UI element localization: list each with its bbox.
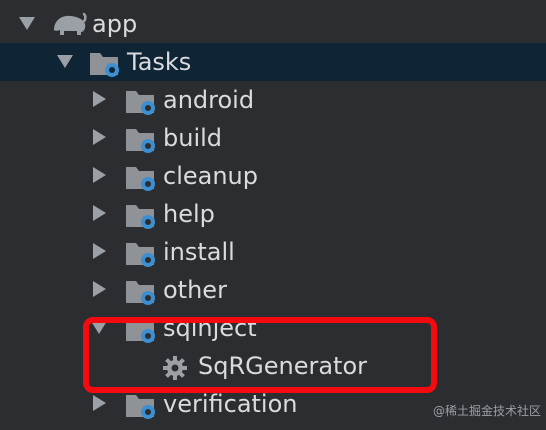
tree-node-tasks[interactable]: Tasks — [0, 43, 546, 81]
task-folder-icon — [126, 167, 155, 191]
task-folder-icon — [126, 129, 155, 153]
node-label-tasks: Tasks — [127, 48, 192, 76]
node-label-group: cleanup — [163, 162, 258, 190]
gradle-elephant-icon — [54, 12, 87, 35]
collapse-arrow-icon[interactable] — [93, 205, 106, 221]
watermark: @稀土掘金技术社区 — [432, 404, 541, 418]
node-label-group: help — [163, 200, 215, 228]
collapse-arrow-icon[interactable] — [93, 167, 106, 183]
tree-node-group[interactable]: install — [0, 233, 546, 271]
node-label-app: app — [92, 10, 138, 38]
node-label-group: install — [163, 238, 235, 266]
collapse-arrow-icon[interactable] — [93, 129, 106, 145]
tree-node-group[interactable]: cleanup — [0, 157, 546, 195]
task-folder-icon — [126, 205, 155, 229]
tree-node-app[interactable]: app — [0, 5, 546, 43]
expand-arrow-icon[interactable] — [19, 17, 35, 30]
node-label-group: other — [163, 276, 227, 304]
collapse-arrow-icon[interactable] — [93, 243, 106, 259]
tree-node-group[interactable]: help — [0, 195, 546, 233]
task-folder-icon — [126, 395, 155, 419]
task-folder-icon — [90, 53, 119, 77]
tree-node-group[interactable]: other — [0, 271, 546, 309]
task-folder-icon — [126, 243, 155, 267]
collapse-arrow-icon[interactable] — [93, 91, 106, 107]
task-folder-icon — [126, 281, 155, 305]
task-folder-icon — [126, 91, 155, 115]
tree-node-group[interactable]: android — [0, 81, 546, 119]
tree-node-group[interactable]: build — [0, 119, 546, 157]
red-highlight-annotation — [83, 317, 437, 393]
node-label-group: android — [163, 86, 255, 114]
collapse-arrow-icon[interactable] — [93, 281, 106, 297]
expand-arrow-icon[interactable] — [57, 55, 73, 68]
collapse-arrow-icon[interactable] — [93, 395, 106, 411]
node-label-group: build — [163, 124, 223, 152]
